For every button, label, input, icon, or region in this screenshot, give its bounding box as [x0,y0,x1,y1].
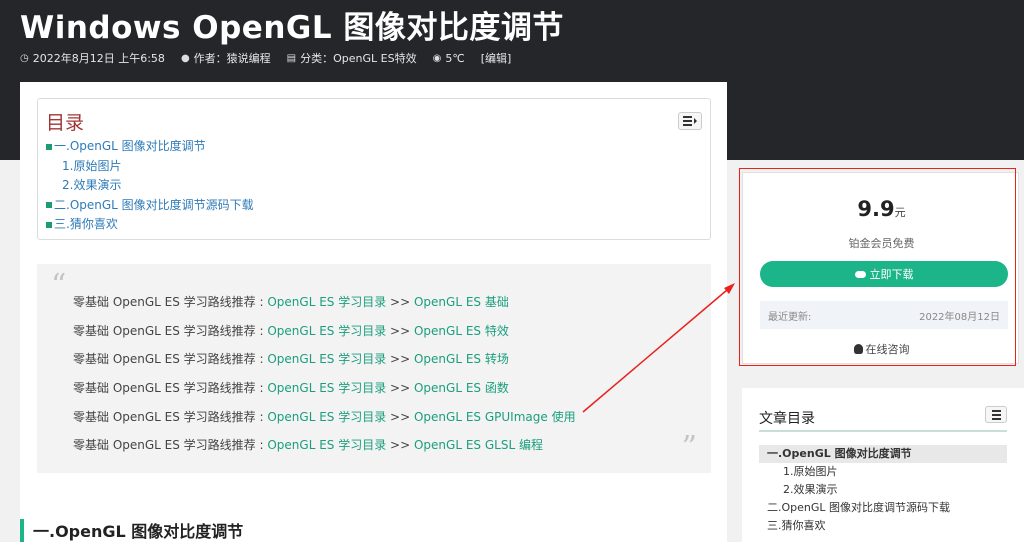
last-updated-label: 最近更新: [768,311,812,323]
post-views-text: 5℃ [445,51,465,65]
quote-link-catalog[interactable]: OpenGL ES 学习目录 [267,352,386,366]
quote-prefix: 零基础 OpenGL ES 学习路线推荐 : [73,323,268,338]
quote-link-catalog[interactable]: OpenGL ES 学习目录 [267,381,386,395]
quote-link-catalog[interactable]: OpenGL ES 学习目录 [267,324,386,338]
sidebar-toc-list: 一.OpenGL 图像对比度调节 1.原始图片 2.效果演示 二.OpenGL … [759,445,1007,535]
sidebar-toc-item[interactable]: 1.原始图片 [759,463,1007,481]
toc-list: 一.OpenGL 图像对比度调节 1.原始图片 2.效果演示 二.OpenGL … [46,137,254,235]
sidebar-toc-toggle-button[interactable] [985,406,1007,423]
quote-separator: >> [386,438,414,453]
quote-prefix: 零基础 OpenGL ES 学习路线推荐 : [73,438,268,453]
post-author[interactable]: ● 作者：猿说编程 [181,50,271,66]
toc-link[interactable]: 三.猜你喜欢 [54,217,118,231]
post-category[interactable]: ▤ 分类：OpenGL ES特效 [287,50,417,66]
toc-item[interactable]: 2.效果演示 [46,176,254,196]
download-button-label: 立即下载 [869,268,914,281]
toc-link[interactable]: 2.效果演示 [62,178,121,192]
bullet-icon [46,143,52,150]
quote-prefix: 零基础 OpenGL ES 学习路线推荐 : [73,381,268,396]
quote-link-topic[interactable]: OpenGL ES 特效 [414,324,509,338]
toc-title: 目录 [46,112,85,134]
post-views: ◉ 5℃ [433,52,465,65]
quote-separator: >> [386,323,414,338]
caret-right-icon [694,118,697,124]
post-date-text: 2022年8月12日 上午6:58 [32,52,165,65]
close-quote-icon: ” [681,430,697,465]
quote-prefix: 零基础 OpenGL ES 学习路线推荐 : [73,409,268,424]
quote-link-topic[interactable]: OpenGL ES 基础 [414,295,509,309]
quote-line: 零基础 OpenGL ES 学习路线推荐 : OpenGL ES 学习目录 >>… [73,293,576,322]
clock-icon: ◷ [20,52,29,64]
quote-separator: >> [386,352,414,367]
online-consult-label: 在线咨询 [865,343,910,356]
learning-path-quote: “ 零基础 OpenGL ES 学习路线推荐 : OpenGL ES 学习目录 … [37,264,711,473]
post-author-text[interactable]: 作者：猿说编程 [194,50,271,66]
quote-line: 零基础 OpenGL ES 学习路线推荐 : OpenGL ES 学习目录 >>… [73,379,576,408]
section-heading: 一.OpenGL 图像对比度调节 [20,519,243,542]
toc-item[interactable]: 1.原始图片 [46,157,254,177]
inline-toc: 目录 一.OpenGL 图像对比度调节 1.原始图片 2.效果演示 二.Open… [37,98,711,240]
sidebar-toc-item[interactable]: 二.OpenGL 图像对比度调节源码下载 [759,499,1007,517]
quote-line: 零基础 OpenGL ES 学习路线推荐 : OpenGL ES 学习目录 >>… [73,436,576,465]
quote-link-topic[interactable]: OpenGL ES GLSL 编程 [414,438,543,452]
online-consult-button[interactable]: 在线咨询 [743,341,1020,357]
bullet-icon [46,202,52,208]
quote-line: 零基础 OpenGL ES 学习路线推荐 : OpenGL ES 学习目录 >>… [73,408,576,437]
quote-lines: 零基础 OpenGL ES 学习路线推荐 : OpenGL ES 学习目录 >>… [73,293,576,465]
member-free-note: 铂金会员免费 [848,237,915,250]
quote-link-topic[interactable]: OpenGL ES GPUImage 使用 [414,410,576,424]
qq-icon [853,344,863,354]
download-button[interactable]: 立即下载 [760,261,1008,287]
price: 9.9元 [743,197,1020,221]
price-value: 9.9 [857,197,895,221]
toc-link[interactable]: 1.原始图片 [62,159,121,173]
user-icon: ● [180,52,190,64]
sidebar-toc-title: 文章目录 [759,411,815,427]
sidebar-toc-item[interactable]: 三.猜你喜欢 [759,517,1007,535]
quote-separator: >> [386,409,414,424]
quote-link-topic[interactable]: OpenGL ES 函数 [414,381,509,395]
list-toggle-icon [991,409,1001,420]
toc-item[interactable]: 三.猜你喜欢 [46,215,254,235]
price-unit: 元 [894,206,906,219]
quote-prefix: 零基础 OpenGL ES 学习路线推荐 : [73,295,268,309]
post-category-text[interactable]: 分类：OpenGL ES特效 [300,50,416,66]
post-meta: ◷ 2022年8月12日 上午6:58 ● 作者：猿说编程 ▤ 分类：OpenG… [20,50,527,66]
category-icon: ▤ [286,52,297,64]
edit-link[interactable]: [编辑] [481,50,512,66]
list-toggle-icon [683,116,692,126]
article-content: 目录 一.OpenGL 图像对比度调节 1.原始图片 2.效果演示 二.Open… [20,82,727,542]
quote-prefix: 零基础 OpenGL ES 学习路线推荐 : [73,352,268,367]
toc-item[interactable]: 一.OpenGL 图像对比度调节 [46,137,254,157]
last-updated: 最近更新: 2022年08月12日 [760,301,1008,329]
download-card: 9.9元 铂金会员免费 立即下载 最近更新: 2022年08月12日 在线咨询 [742,172,1019,364]
sidebar-toc: 文章目录 一.OpenGL 图像对比度调节 1.原始图片 2.效果演示 二.Op… [742,388,1024,542]
sidebar-toc-item[interactable]: 一.OpenGL 图像对比度调节 [759,445,1007,463]
quote-link-catalog[interactable]: OpenGL ES 学习目录 [267,410,386,424]
quote-separator: >> [386,295,414,309]
post-title: Windows OpenGL 图像对比度调节 [20,10,564,46]
eye-icon: ◉ [432,52,442,64]
post-date: ◷ 2022年8月12日 上午6:58 [20,50,165,66]
quote-link-catalog[interactable]: OpenGL ES 学习目录 [267,295,386,309]
toc-link[interactable]: 一.OpenGL 图像对比度调节 [54,139,206,153]
sidebar-toc-item[interactable]: 2.效果演示 [759,481,1007,499]
quote-link-catalog[interactable]: OpenGL ES 学习目录 [267,438,386,452]
toc-item[interactable]: 二.OpenGL 图像对比度调节源码下载 [46,196,254,216]
toc-link[interactable]: 二.OpenGL 图像对比度调节源码下载 [54,198,254,212]
quote-line: 零基础 OpenGL ES 学习路线推荐 : OpenGL ES 学习目录 >>… [73,350,576,379]
sidebar-toc-divider [759,430,1007,432]
cloud-download-icon [854,270,866,278]
quote-separator: >> [386,381,414,396]
last-updated-date: 2022年08月12日 [919,311,1000,323]
quote-link-topic[interactable]: OpenGL ES 转场 [414,352,509,366]
toc-toggle-button[interactable] [678,112,702,130]
quote-line: 零基础 OpenGL ES 学习路线推荐 : OpenGL ES 学习目录 >>… [73,322,576,351]
bullet-icon [46,221,52,228]
open-quote-icon: “ [51,268,67,303]
